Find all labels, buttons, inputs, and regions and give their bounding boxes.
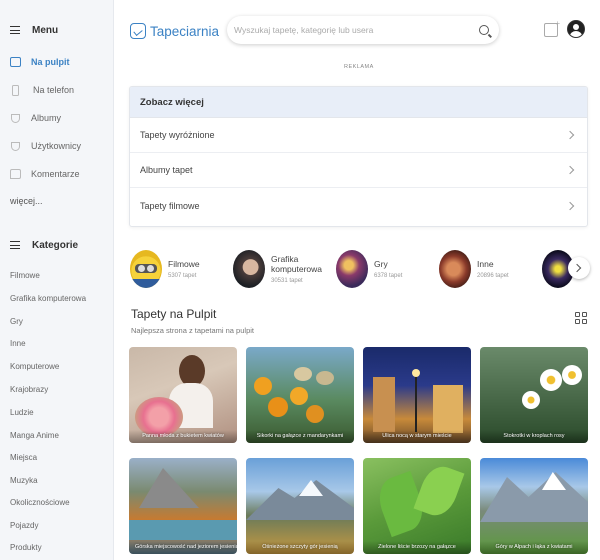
category-thumbnail (336, 250, 368, 288)
category-thumbnail (233, 250, 265, 288)
wallpaper-tile[interactable]: Sikorki na gałązce z mandarynkami (246, 347, 354, 443)
chevron-right-icon (565, 165, 575, 175)
sidebar-item-label: Albumy (31, 113, 62, 123)
list-icon (10, 241, 20, 249)
tile-caption: Góry w Alpach i łąka z kwiatami (480, 541, 588, 554)
chevron-right-icon (565, 201, 575, 210)
category-count: 6378 tapet (374, 273, 403, 279)
tile-caption: Ośnieżone szczyty gór jesienią (246, 541, 354, 554)
wallpaper-tile[interactable]: Górska miejscowość nad jeziorem jesienią (129, 458, 237, 554)
category-link[interactable]: Miejsca (10, 453, 37, 462)
category-card[interactable]: Gry 6378 tapet (336, 250, 402, 288)
row-label: Albumy tapet (140, 165, 193, 175)
category-count: 5307 tapet (168, 273, 197, 279)
row-label: Tapety wyróżnione (140, 130, 215, 140)
see-more-row[interactable]: Tapety wyróżnione (130, 118, 587, 153)
row-label: Tapety filmowe (140, 200, 200, 211)
sidebar-item-label: Na pulpit (31, 57, 70, 67)
logo-icon (130, 23, 146, 39)
category-card[interactable]: Filmowe 5307 tapet (130, 250, 200, 288)
section-title: Tapety na Pulpit (131, 307, 217, 321)
site-logo[interactable]: Tapeciarnia (130, 23, 219, 39)
search-input[interactable] (234, 25, 479, 35)
menu-header[interactable]: Menu (10, 19, 58, 41)
category-card[interactable]: Grafika komputerowa 30531 tapet (233, 250, 323, 288)
hamburger-icon (10, 26, 20, 34)
search-bar (227, 16, 499, 44)
category-link[interactable]: Manga Anime (10, 431, 59, 440)
categories-title: Kategorie (32, 239, 79, 251)
sidebar-item-label: Użytkownicy (31, 141, 82, 151)
sidebar-item-uzytkownicy[interactable]: Użytkownicy (10, 136, 81, 156)
trophy-icon (11, 141, 20, 151)
category-link[interactable]: Okolicznościowe (10, 498, 70, 507)
category-name: Grafika komputerowa (271, 254, 323, 274)
category-name: Gry (374, 259, 388, 269)
tile-caption: Panna młoda z bukietem kwiatów (129, 430, 237, 443)
category-count: 20896 tapet (477, 273, 509, 279)
category-thumbnail (130, 250, 162, 288)
category-link[interactable]: Komputerowe (10, 362, 59, 371)
monitor-icon (10, 57, 21, 67)
wallpaper-tile[interactable]: Zielone liście brzozy na gałązce (363, 458, 471, 554)
category-link[interactable]: Produkty (10, 543, 42, 552)
wallpaper-tile[interactable]: Ośnieżone szczyty gór jesienią (246, 458, 354, 554)
see-more-row[interactable]: Albumy tapet (130, 153, 587, 188)
ad-label: REKLAMA (344, 64, 374, 70)
categories-header: Kategorie (10, 234, 78, 256)
category-link[interactable]: Grafika komputerowa (10, 294, 86, 303)
category-card[interactable]: Inne 20896 tapet (439, 250, 509, 288)
logo-text: Tapeciarnia (150, 23, 220, 39)
category-link[interactable]: Gry (10, 317, 23, 326)
search-icon[interactable] (479, 25, 489, 35)
category-link[interactable]: Muzyka (10, 476, 38, 485)
category-link[interactable]: Inne (10, 339, 26, 348)
tile-caption: Zielone liście brzozy na gałązce (363, 541, 471, 554)
see-more-card: Zobacz więcej Tapety wyróżnione Albumy t… (129, 86, 588, 227)
more-link[interactable]: więcej... (10, 196, 43, 206)
menu-title: Menu (32, 24, 59, 36)
sidebar-item-label: Na telefon (33, 85, 75, 95)
category-link[interactable]: Krajobrazy (10, 385, 48, 394)
category-count: 30531 tapet (271, 278, 303, 284)
tile-caption: Sikorki na gałązce z mandarynkami (246, 430, 354, 443)
see-more-title: Zobacz więcej (130, 87, 587, 118)
tile-caption: Ulica nocą w starym mieście (363, 430, 471, 443)
see-more-row[interactable]: Tapety filmowe (130, 188, 587, 223)
category-link[interactable]: Pojazdy (10, 521, 38, 530)
category-name: Filmowe (168, 259, 200, 269)
tile-caption: Stokrotki w kroplach rosy (480, 430, 588, 443)
sidebar-item-albumy[interactable]: Albumy (10, 108, 61, 128)
trophy-icon (11, 113, 20, 123)
wallpaper-tile[interactable]: Góry w Alpach i łąka z kwiatami (480, 458, 588, 554)
section-subtitle: Najlepsza strona z tapetami na pulpit (131, 326, 254, 335)
wallpaper-tile[interactable]: Stokrotki w kroplach rosy (480, 347, 588, 443)
category-name: Inne (477, 259, 494, 269)
add-image-icon[interactable] (544, 19, 560, 37)
category-link[interactable]: Filmowe (10, 271, 40, 280)
user-avatar[interactable] (567, 20, 585, 38)
chevron-right-icon (565, 130, 575, 140)
wallpaper-tile[interactable]: Panna młoda z bukietem kwiatów (129, 347, 237, 443)
sidebar-item-label: Komentarze (31, 169, 80, 179)
sidebar: Menu Na pulpit Na telefon Albumy Użytkow… (0, 0, 114, 560)
phone-icon (12, 84, 19, 96)
category-thumbnail (439, 250, 471, 288)
grid-view-icon[interactable] (575, 312, 587, 324)
tile-caption: Górska miejscowość nad jeziorem jesienią (129, 541, 237, 554)
sidebar-item-na-pulpit[interactable]: Na pulpit (10, 52, 70, 72)
category-link[interactable]: Ludzie (10, 408, 34, 417)
sidebar-item-na-telefon[interactable]: Na telefon (10, 80, 74, 100)
wallpaper-tile[interactable]: Ulica nocą w starym mieście (363, 347, 471, 443)
comment-icon (10, 169, 21, 179)
sidebar-item-komentarze[interactable]: Komentarze (10, 164, 80, 184)
carousel-next-button[interactable] (568, 257, 590, 279)
